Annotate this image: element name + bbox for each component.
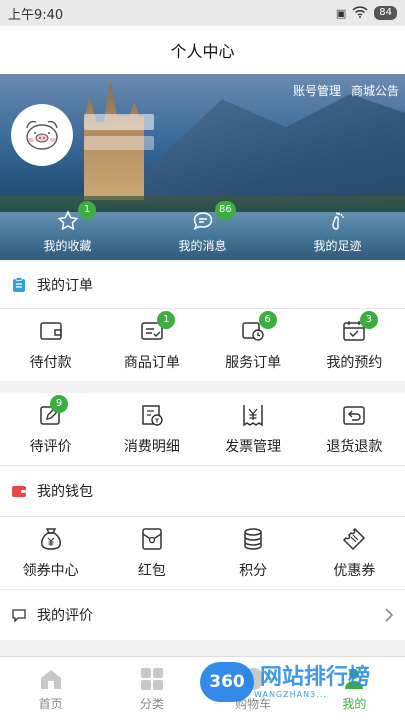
invoice-management-button[interactable]: 发票管理 <box>203 393 304 465</box>
orders-title: 我的订单 <box>37 278 93 294</box>
coupon-icon <box>343 527 366 551</box>
orders-section-header[interactable]: 我的订单 <box>0 262 405 308</box>
returns-refunds-label: 退货退款 <box>326 439 383 455</box>
my-appointments-button[interactable]: 3 我的预约 <box>304 309 405 381</box>
wallet-row: 领券中心 红包 积分 优惠券 <box>0 517 405 589</box>
appointments-badge: 3 <box>359 311 378 329</box>
chevron-right-icon <box>385 608 394 622</box>
coupons-label: 优惠券 <box>333 563 376 579</box>
user-info-placeholder <box>84 136 154 150</box>
red-packet-icon <box>142 528 162 550</box>
points-button[interactable]: 积分 <box>203 517 304 589</box>
my-reviews-label: 我的评价 <box>37 608 93 624</box>
watermark-text: 网站排行榜 <box>260 664 371 690</box>
status-bar: 上午9:40 ▣ 84 <box>0 0 405 26</box>
consumption-details-label: 消费明细 <box>123 439 180 455</box>
coupon-center-label: 领券中心 <box>22 563 79 579</box>
site-watermark: 360 网站排行榜 WANGZHAN3... <box>200 662 370 702</box>
pending-review-button[interactable]: 9 待评价 <box>0 393 101 465</box>
background-mountain <box>110 94 405 204</box>
star-icon <box>57 210 78 231</box>
my-footprints-button[interactable]: 我的足迹 <box>270 209 405 254</box>
status-icons: ▣ 84 <box>335 5 397 21</box>
receipt-icon <box>142 405 163 426</box>
pig-avatar-icon <box>14 107 70 163</box>
consumption-details-button[interactable]: 消费明细 <box>101 393 202 465</box>
orders-row-2: 9 待评价 消费明细 发票管理 退货退款 <box>0 393 405 465</box>
my-reviews-row[interactable]: 我的评价 <box>0 590 405 640</box>
page-title: 个人中心 <box>0 26 405 74</box>
messages-label: 我的消息 <box>178 239 227 253</box>
pending-review-label: 待评价 <box>29 439 72 455</box>
pending-payment-label: 待付款 <box>29 355 72 371</box>
footprints-label: 我的足迹 <box>313 239 362 253</box>
chat-icon <box>193 212 212 230</box>
red-packet-button[interactable]: 红包 <box>101 517 202 589</box>
account-management-link[interactable]: 账号管理 <box>293 82 341 99</box>
comment-icon <box>12 609 26 623</box>
red-packet-label: 红包 <box>137 563 166 579</box>
coins-icon <box>244 528 262 550</box>
orders-row: 待付款 1 商品订单 6 服务订单 3 我的预约 <box>0 309 405 381</box>
coupons-button[interactable]: 优惠券 <box>304 517 405 589</box>
favorites-label: 我的收藏 <box>43 239 92 253</box>
service-orders-button[interactable]: 6 服务订单 <box>203 309 304 381</box>
status-time: 上午9:40 <box>8 7 64 23</box>
profile-header: 账号管理 商城公告 1 我的收藏 86 我的消息 我的足迹 <box>0 74 405 260</box>
wallet-icon <box>39 322 62 340</box>
my-favorites-button[interactable]: 1 我的收藏 <box>0 201 135 254</box>
invoice-management-label: 发票管理 <box>225 439 282 455</box>
tab-category[interactable]: 分类 <box>101 657 202 720</box>
header-shortcuts: 1 我的收藏 86 我的消息 我的足迹 <box>0 201 405 254</box>
avatar[interactable] <box>11 104 73 166</box>
watermark-subtext: WANGZHAN3... <box>254 689 327 699</box>
return-icon <box>343 406 366 425</box>
product-orders-button[interactable]: 1 商品订单 <box>101 309 202 381</box>
battery-indicator: 84 <box>374 6 397 20</box>
wifi-icon <box>352 5 368 21</box>
my-messages-button[interactable]: 86 我的消息 <box>135 201 270 254</box>
service-orders-label: 服务订单 <box>225 355 282 371</box>
wallet-section-header[interactable]: 我的钱包 <box>0 466 405 516</box>
product-orders-label: 商品订单 <box>123 355 180 371</box>
points-label: 积分 <box>239 563 268 579</box>
invoice-icon <box>243 405 263 427</box>
wallet-accent-icon <box>12 486 26 497</box>
header-links: 账号管理 商城公告 <box>293 82 399 99</box>
dnd-icon: ▣ <box>335 6 347 20</box>
money-bag-icon <box>40 528 61 550</box>
username-placeholder <box>84 114 154 130</box>
home-icon <box>40 669 61 689</box>
tab-home[interactable]: 首页 <box>0 657 101 720</box>
footprint-icon <box>331 212 344 230</box>
pending-review-badge: 9 <box>50 395 68 413</box>
mall-notice-link[interactable]: 商城公告 <box>351 82 399 99</box>
tab-home-label: 首页 <box>38 696 63 711</box>
service-orders-badge: 6 <box>258 311 277 329</box>
grid-icon <box>140 667 163 690</box>
coupon-center-button[interactable]: 领券中心 <box>0 517 101 589</box>
pending-payment-button[interactable]: 待付款 <box>0 309 101 381</box>
watermark-logo: 360 <box>200 662 254 702</box>
messages-badge: 86 <box>215 201 236 219</box>
returns-refunds-button[interactable]: 退货退款 <box>304 393 405 465</box>
appointments-label: 我的预约 <box>326 355 383 371</box>
clipboard-icon <box>13 277 25 292</box>
favorites-badge: 1 <box>78 201 96 219</box>
tab-category-label: 分类 <box>139 696 164 711</box>
wallet-title: 我的钱包 <box>37 484 93 500</box>
product-orders-badge: 1 <box>157 311 176 329</box>
